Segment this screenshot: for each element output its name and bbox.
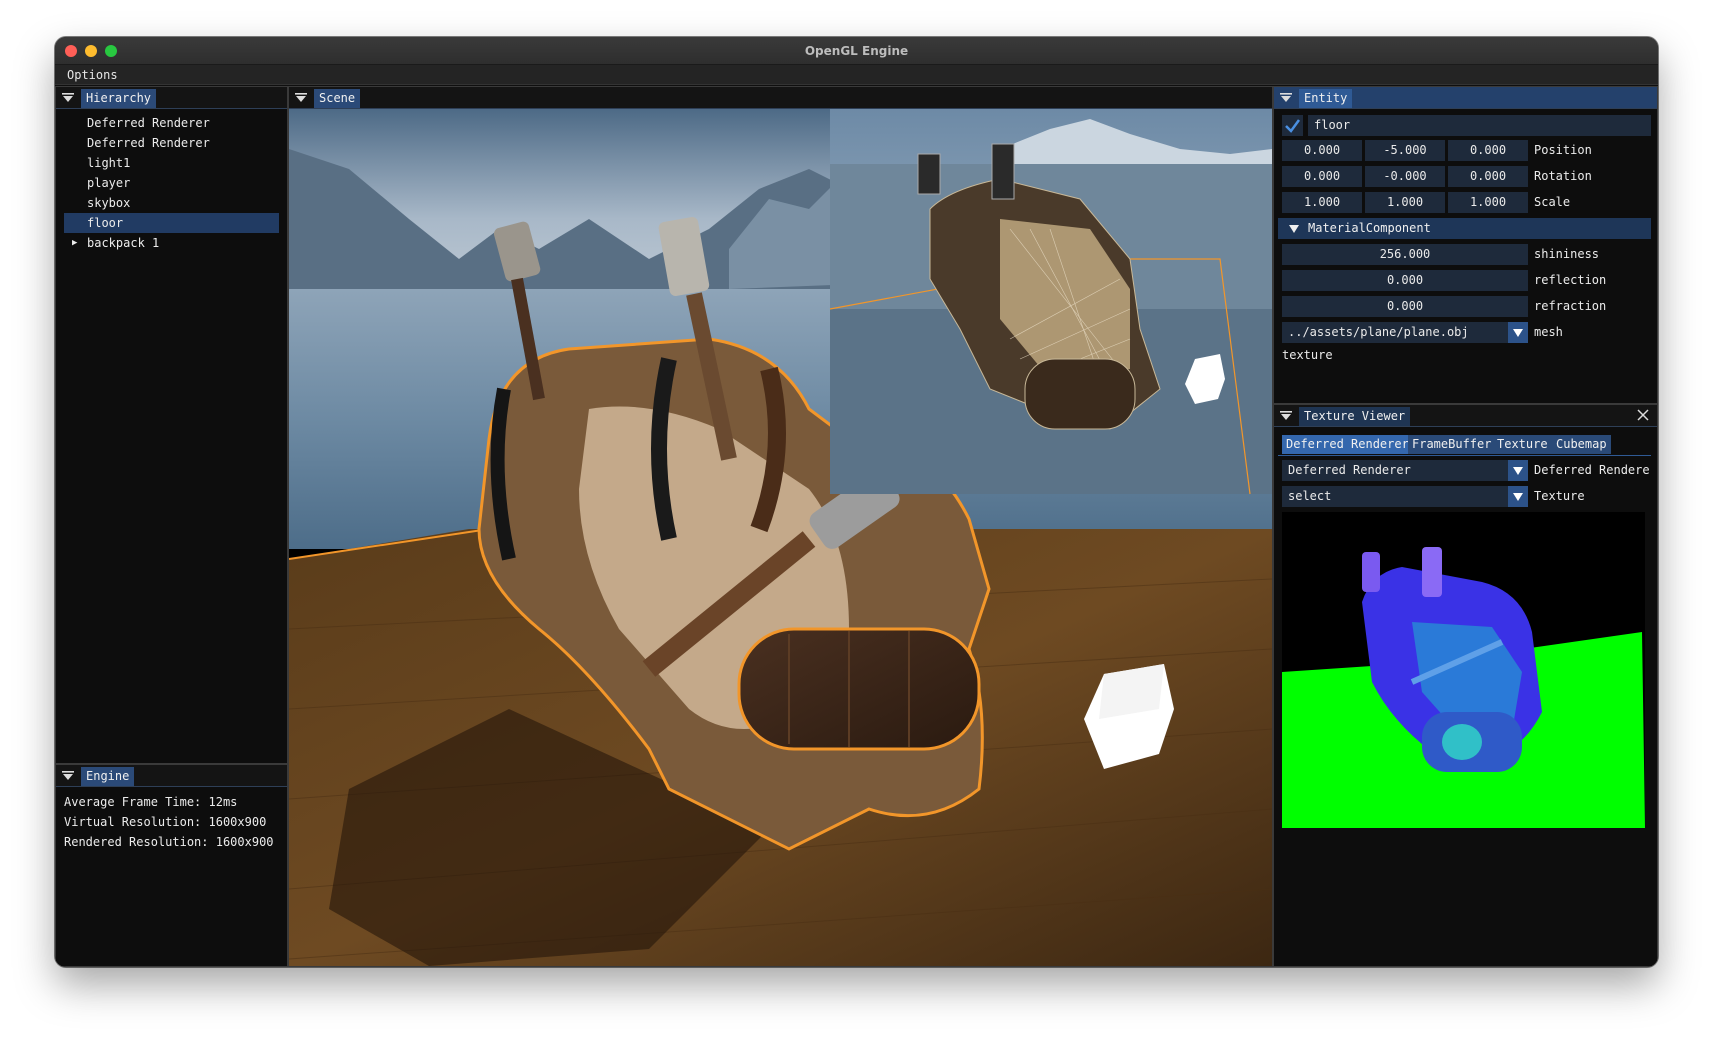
hierarchy-tree: Deferred Renderer Deferred Renderer ligh…: [64, 113, 279, 253]
scene-inset: [829, 109, 1272, 495]
position-y-input[interactable]: -5.000: [1365, 140, 1445, 161]
shininess-label: shininess: [1534, 247, 1600, 261]
mesh-dropdown-button[interactable]: [1508, 322, 1528, 343]
engine-panel: Engine Average Frame Time: 12ms Virtual …: [55, 764, 288, 967]
scale-x-input[interactable]: 1.000: [1282, 192, 1362, 213]
tab-entity[interactable]: Entity: [1299, 89, 1353, 108]
normal-map-render: [1282, 547, 1645, 828]
rendered-resolution-text: Rendered Resolution: 1600x900: [64, 835, 274, 849]
position-x-input[interactable]: 0.000: [1282, 140, 1362, 161]
position-label: Position: [1534, 143, 1592, 157]
mesh-label: mesh: [1534, 325, 1563, 339]
tree-item-label: light1: [87, 156, 131, 170]
virtual-resolution-text: Virtual Resolution: 1600x900: [64, 815, 267, 829]
checkmark-icon: [1285, 119, 1301, 133]
tree-item-backpack[interactable]: ▶ backpack 1: [64, 233, 279, 253]
scene-panel: Scene: [288, 86, 1273, 967]
texture-dropdown-button[interactable]: [1508, 486, 1528, 507]
tab-scene[interactable]: Scene: [314, 89, 361, 108]
collapse-arrow-icon[interactable]: [1280, 93, 1292, 103]
scale-y-input[interactable]: 1.000: [1365, 192, 1445, 213]
rotation-z-input[interactable]: 0.000: [1448, 166, 1528, 187]
tab-framebuffer[interactable]: FrameBuffer: [1408, 435, 1496, 454]
reflection-input[interactable]: 0.000: [1282, 270, 1528, 291]
tab-engine[interactable]: Engine: [81, 767, 135, 786]
window-title: OpenGL Engine: [804, 44, 909, 58]
renderer-label: Deferred Rendere: [1534, 463, 1650, 477]
tab-underline: [1278, 455, 1651, 456]
collapse-arrow-icon[interactable]: [62, 771, 74, 781]
scale-z-input[interactable]: 1.000: [1448, 192, 1528, 213]
collapse-arrow-icon[interactable]: [62, 93, 74, 103]
refraction-label: refraction: [1534, 299, 1607, 313]
entity-panel: Entity floor 0.000 -5.000 0.000 Position…: [1273, 86, 1658, 404]
scale-label: Scale: [1534, 195, 1571, 209]
material-component-label: MaterialComponent: [1308, 221, 1431, 235]
menu-bar: Options: [55, 65, 1658, 85]
texture-select-label: Texture: [1534, 489, 1585, 503]
tree-item-floor[interactable]: floor: [64, 213, 279, 233]
tab-texture[interactable]: Texture: [1493, 435, 1552, 454]
frame-time-text: Average Frame Time: 12ms: [64, 795, 238, 809]
texture-select[interactable]: select: [1282, 486, 1508, 507]
tab-deferred-renderer[interactable]: Deferred Renderer: [1282, 435, 1413, 454]
rotation-y-input[interactable]: -0.000: [1365, 166, 1445, 187]
tree-item-label: Deferred Renderer: [87, 116, 210, 130]
shininess-input[interactable]: 256.000: [1282, 244, 1528, 265]
reflection-label: reflection: [1534, 273, 1607, 287]
entity-header: Entity: [1274, 87, 1657, 109]
material-component-header[interactable]: MaterialComponent: [1278, 218, 1651, 239]
tree-item-deferred-renderer[interactable]: Deferred Renderer: [64, 113, 279, 133]
menu-options[interactable]: Options: [67, 68, 118, 82]
texture-preview: [1282, 512, 1645, 828]
chevron-down-icon: [1513, 467, 1523, 475]
title-bar: OpenGL Engine: [55, 37, 1658, 65]
tree-item-label: skybox: [87, 196, 131, 210]
position-z-input[interactable]: 0.000: [1448, 140, 1528, 161]
texture-viewer-panel: Texture Viewer Deferred Renderer FrameBu…: [1273, 404, 1658, 967]
mesh-select[interactable]: ../assets/plane/plane.obj: [1282, 322, 1508, 343]
tab-cubemap[interactable]: Cubemap: [1552, 435, 1611, 454]
tree-item-label: floor: [87, 216, 124, 230]
app-window: OpenGL Engine Options Hierarchy Deferred…: [55, 37, 1658, 967]
hierarchy-panel: Hierarchy Deferred Renderer Deferred Ren…: [55, 86, 288, 764]
chevron-down-icon: [1513, 329, 1523, 337]
entity-enabled-checkbox[interactable]: [1282, 115, 1303, 136]
tree-item-label: player: [87, 176, 131, 190]
renderer-dropdown-button[interactable]: [1508, 460, 1528, 481]
tree-item-label: Deferred Renderer: [87, 136, 210, 150]
tree-item-light1[interactable]: light1: [64, 153, 279, 173]
scene-render: [289, 109, 1272, 966]
rotation-label: Rotation: [1534, 169, 1592, 183]
tree-item-player[interactable]: player: [64, 173, 279, 193]
chevron-down-icon: [1513, 493, 1523, 501]
renderer-select[interactable]: Deferred Renderer: [1282, 460, 1508, 481]
expand-arrow-icon: [1289, 225, 1299, 233]
tree-item-label: backpack 1: [87, 236, 160, 250]
rotation-x-input[interactable]: 0.000: [1282, 166, 1362, 187]
tree-item-skybox[interactable]: skybox: [64, 193, 279, 213]
scene-viewport[interactable]: [289, 109, 1272, 966]
tab-hierarchy[interactable]: Hierarchy: [81, 89, 157, 108]
texture-label: texture: [1282, 348, 1333, 362]
scene-header: Scene: [289, 87, 1272, 109]
texture-viewer-body: Deferred Renderer FrameBuffer Texture Cu…: [1274, 405, 1657, 966]
collapse-arrow-icon[interactable]: [295, 93, 307, 103]
expand-arrow-icon[interactable]: ▶: [72, 233, 77, 253]
refraction-input[interactable]: 0.000: [1282, 296, 1528, 317]
hierarchy-header: Hierarchy: [56, 87, 287, 109]
entity-name-input[interactable]: floor: [1308, 115, 1651, 136]
tree-item-deferred-renderer-2[interactable]: Deferred Renderer: [64, 133, 279, 153]
engine-header: Engine: [56, 765, 287, 787]
